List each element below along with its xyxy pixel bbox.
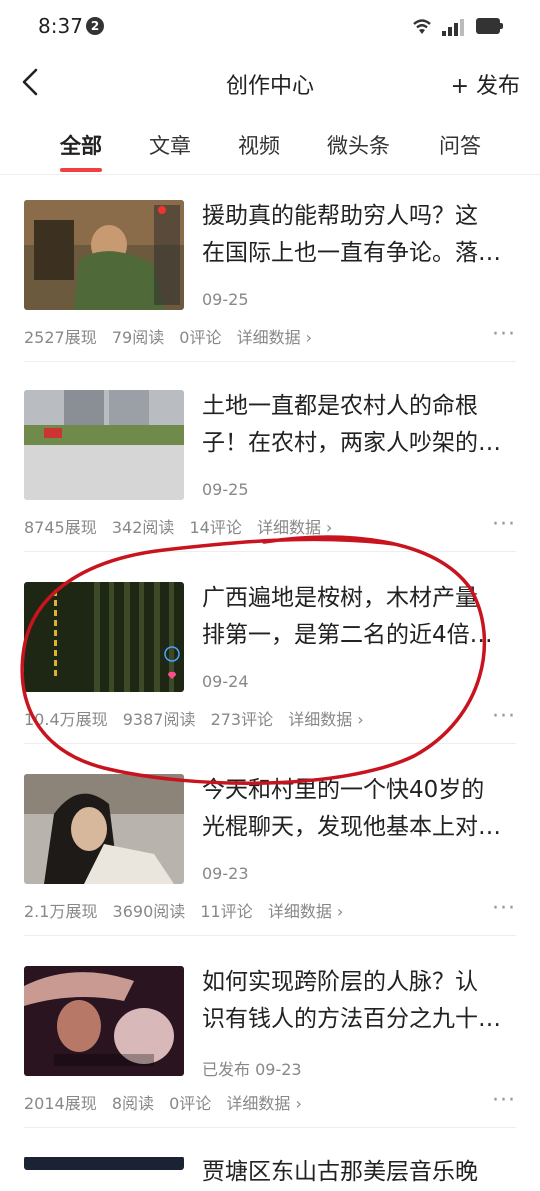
signal-icon [442, 19, 464, 36]
list-item[interactable]: 土地一直都是农村人的命根 子！在农村，两家人吵架的… 09-25 8745展现 … [0, 362, 540, 552]
detail-data-link[interactable]: 详细数据 › [268, 902, 344, 921]
tab-videos[interactable]: 视频 [238, 130, 280, 160]
divider [24, 743, 516, 744]
comment-count: 273评论 [210, 710, 274, 729]
item-stats: 2527展现 79阅读 0评论 详细数据 › [24, 324, 322, 348]
item-stats: 2.1万展现 3690阅读 11评论 详细数据 › [24, 898, 353, 922]
item-title[interactable]: 如何实现跨阶层的人脉？认 识有钱人的方法百分之九十… [202, 964, 516, 1038]
comment-count: 0评论 [179, 328, 222, 347]
item-title[interactable]: 今天和村里的一个快40岁的 光棍聊天，发现他基本上对… [202, 772, 516, 846]
status-time: 8:37 [38, 14, 83, 38]
item-date: 09-23 [202, 864, 249, 883]
impressions-count: 2014展现 [24, 1094, 97, 1113]
wifi-icon [413, 19, 431, 34]
item-stats: 8745展现 342阅读 14评论 详细数据 › [24, 514, 342, 538]
detail-data-link[interactable]: 详细数据 › [288, 710, 364, 729]
more-dots-icon[interactable]: ··· [492, 896, 516, 921]
item-title[interactable]: 援助真的能帮助穷人吗？这 在国际上也一直有争论。落… [202, 198, 516, 272]
read-count: 342阅读 [111, 518, 175, 537]
notification-badge: 2 [86, 17, 104, 35]
comment-count: 14评论 [189, 518, 242, 537]
thumbnail-image [24, 774, 184, 884]
nav-bar: 创作中心 + 发布 [0, 56, 540, 114]
list-item[interactable]: 今天和村里的一个快40岁的 光棍聊天，发现他基本上对… 09-23 2.1万展现… [0, 746, 540, 936]
publish-button[interactable]: + 发布 [451, 68, 520, 100]
divider [24, 1127, 516, 1128]
thumbnail-image [24, 1156, 184, 1170]
read-count: 9387阅读 [122, 710, 196, 729]
comment-count: 0评论 [169, 1094, 212, 1113]
item-title[interactable]: 土地一直都是农村人的命根 子！在农村，两家人吵架的… [202, 388, 516, 462]
tab-all[interactable]: 全部 [60, 130, 102, 160]
more-dots-icon[interactable]: ··· [492, 322, 516, 347]
tab-qa[interactable]: 问答 [439, 130, 481, 160]
status-bar: 8:37 2 [0, 0, 540, 56]
read-count: 79阅读 [111, 328, 165, 347]
thumbnail-image [24, 582, 184, 692]
impressions-count: 2527展现 [24, 328, 97, 347]
item-date: 已发布 09-23 [202, 1060, 302, 1079]
impressions-count: 10.4万展现 [24, 710, 108, 729]
battery-icon [476, 18, 503, 34]
item-title[interactable]: 广西遍地是桉树，木材产量 排第一，是第二名的近4倍… [202, 580, 516, 654]
item-date: 09-25 [202, 290, 249, 309]
divider [24, 935, 516, 936]
list-item[interactable]: 贾塘区东山古那美层音乐晚 [0, 1130, 540, 1185]
divider [24, 551, 516, 552]
read-count: 3690阅读 [112, 902, 186, 921]
item-title[interactable]: 贾塘区东山古那美层音乐晚 [202, 1154, 516, 1191]
impressions-count: 8745展现 [24, 518, 97, 537]
tab-micro-posts[interactable]: 微头条 [327, 130, 390, 160]
item-date: 09-25 [202, 480, 249, 499]
item-stats: 10.4万展现 9387阅读 273评论 详细数据 › [24, 706, 374, 730]
list-item[interactable]: 广西遍地是桉树，木材产量 排第一，是第二名的近4倍… 09-24 10.4万展现… [0, 554, 540, 744]
item-stats: 2014展现 8阅读 0评论 详细数据 › [24, 1090, 312, 1114]
comment-count: 11评论 [200, 902, 253, 921]
list-item[interactable]: 援助真的能帮助穷人吗？这 在国际上也一直有争论。落… 09-25 2527展现 … [0, 172, 540, 362]
detail-data-link[interactable]: 详细数据 › [257, 518, 333, 537]
thumbnail-image [24, 390, 184, 500]
tab-articles[interactable]: 文章 [149, 130, 191, 160]
item-date: 09-24 [202, 672, 249, 691]
thumbnail-image [24, 200, 184, 310]
detail-data-link[interactable]: 详细数据 › [237, 328, 313, 347]
list-item[interactable]: 如何实现跨阶层的人脉？认 识有钱人的方法百分之九十… 已发布 09-23 201… [0, 938, 540, 1128]
impressions-count: 2.1万展现 [24, 902, 98, 921]
category-tabs: 全部 文章 视频 微头条 问答 [0, 118, 540, 175]
read-count: 8阅读 [111, 1094, 155, 1113]
more-dots-icon[interactable]: ··· [492, 512, 516, 537]
more-dots-icon[interactable]: ··· [492, 704, 516, 729]
detail-data-link[interactable]: 详细数据 › [226, 1094, 302, 1113]
more-dots-icon[interactable]: ··· [492, 1088, 516, 1113]
thumbnail-image [24, 966, 184, 1076]
